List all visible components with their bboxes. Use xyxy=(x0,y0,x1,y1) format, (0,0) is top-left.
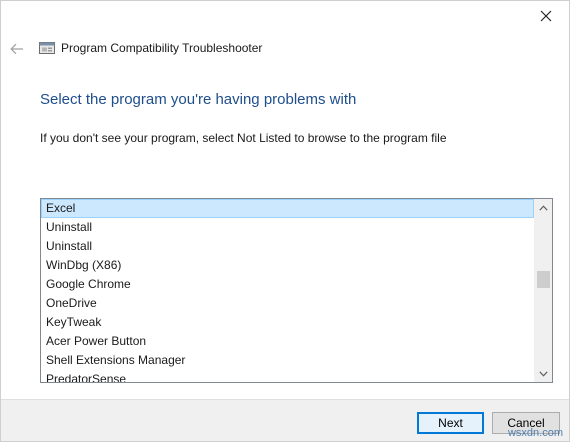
page-heading: Select the program you're having problem… xyxy=(40,91,357,108)
program-list-item[interactable]: WinDbg (X86) xyxy=(41,256,534,275)
vertical-scrollbar[interactable] xyxy=(534,199,552,382)
program-list-item[interactable]: PredatorSense xyxy=(41,370,534,382)
program-list-item[interactable]: Acer Power Button xyxy=(41,332,534,351)
dialog-footer: Next Cancel wsxdn.com xyxy=(1,399,569,441)
window-title: Program Compatibility Troubleshooter xyxy=(61,41,263,55)
program-list-item[interactable]: Uninstall xyxy=(41,218,534,237)
program-listbox[interactable]: Excel Uninstall Uninstall WinDbg (X86) Googl… xyxy=(40,198,553,383)
troubleshooter-icon xyxy=(39,40,55,56)
next-button[interactable]: Next xyxy=(417,412,484,434)
close-icon xyxy=(540,10,552,22)
program-list-item[interactable]: Shell Extensions Manager xyxy=(41,351,534,370)
chevron-up-icon xyxy=(539,204,548,211)
program-list-item[interactable]: Excel xyxy=(41,199,534,218)
scroll-up-button[interactable] xyxy=(535,199,552,216)
program-list[interactable]: Excel Uninstall Uninstall WinDbg (X86) Googl… xyxy=(41,199,534,382)
back-button[interactable] xyxy=(7,39,27,59)
scroll-thumb[interactable] xyxy=(537,271,550,288)
watermark-text: wsxdn.com xyxy=(507,427,563,439)
title-bar xyxy=(1,1,569,31)
back-arrow-icon xyxy=(10,43,23,55)
program-list-item[interactable]: Google Chrome xyxy=(41,275,534,294)
navigation-row: Program Compatibility Troubleshooter xyxy=(1,31,569,67)
close-button[interactable] xyxy=(523,1,569,31)
troubleshooter-window: Program Compatibility Troubleshooter Sel… xyxy=(0,0,570,442)
program-list-item[interactable]: KeyTweak xyxy=(41,313,534,332)
chevron-down-icon xyxy=(539,370,548,377)
scroll-down-button[interactable] xyxy=(535,365,552,382)
program-list-item[interactable]: Uninstall xyxy=(41,237,534,256)
instruction-text: If you don't see your program, select No… xyxy=(40,131,447,145)
program-list-item[interactable]: OneDrive xyxy=(41,294,534,313)
